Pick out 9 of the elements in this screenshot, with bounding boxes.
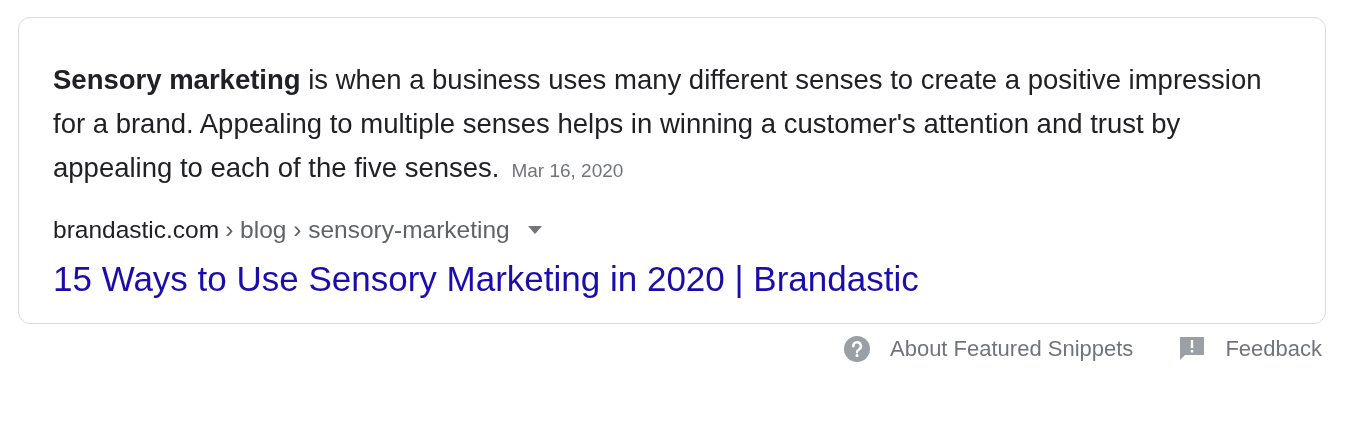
footer-link[interactable]: Feedback: [1179, 336, 1322, 362]
footer-link[interactable]: About Featured Snippets: [844, 336, 1134, 362]
snippet-text: Sensory marketing is when a business uses many different senses to create a positive impression for a brand. Appealing to multiple senses helps in winning a customer's attention and trust by appealing to each of the five senses. Mar 16, 2020: [53, 63, 1263, 185]
source-path: › blog › sensory-marketing: [225, 215, 510, 245]
help-icon: [844, 336, 870, 362]
feedback-icon: [1179, 336, 1206, 362]
caret-icon[interactable]: [527, 226, 542, 234]
source-domain: brandastic.com: [53, 215, 220, 245]
result-link[interactable]: 15 Ways to Use Sensory Marketing in 2020 | Brandastic: [53, 257, 919, 301]
